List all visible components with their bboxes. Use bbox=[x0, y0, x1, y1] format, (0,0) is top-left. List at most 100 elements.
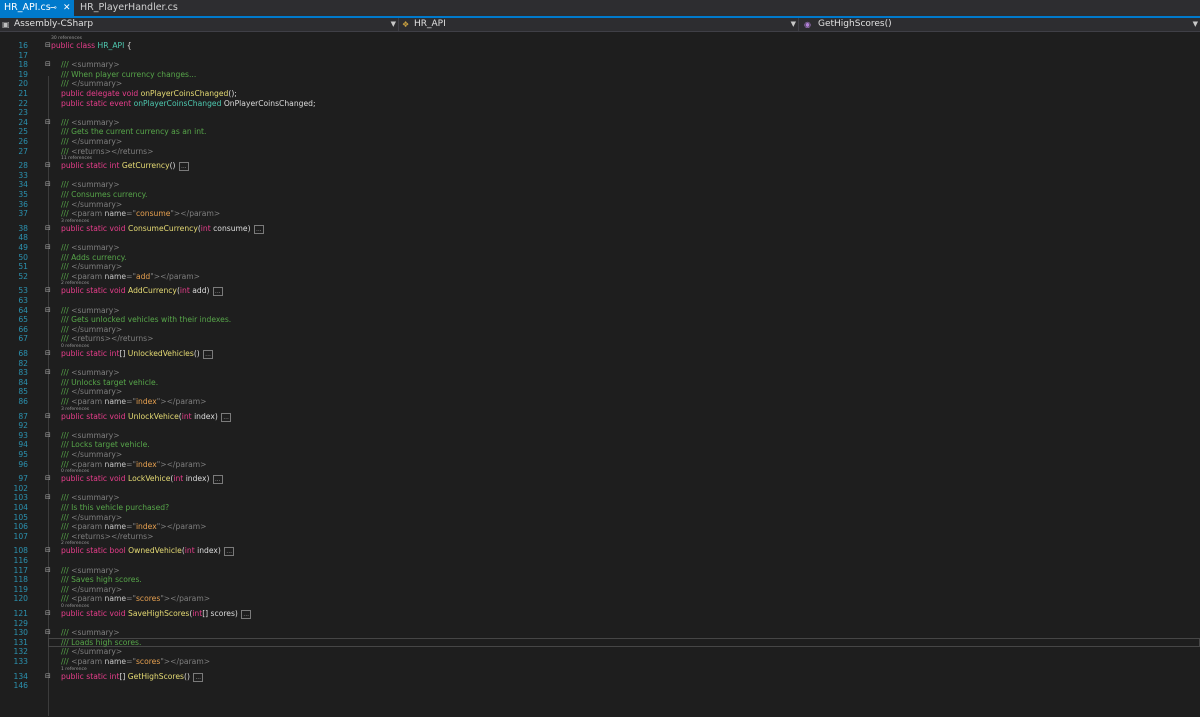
code-token: <summary> bbox=[71, 430, 120, 440]
code-token: /// Locks target vehicle. bbox=[61, 440, 150, 450]
code-token: /// Loads high scores. bbox=[61, 637, 142, 647]
code-token: <summary> bbox=[71, 628, 120, 638]
code-line: 51 /// </summary> bbox=[0, 262, 1200, 272]
code-text: /// </summary> bbox=[61, 387, 122, 397]
line-number: 104 bbox=[13, 503, 29, 512]
code-line: 108 ⊟ public static bool OwnedVehicle(int … bbox=[0, 546, 1200, 557]
fold-toggle-icon[interactable]: ⊟ bbox=[45, 474, 51, 484]
code-token: /// bbox=[61, 368, 72, 378]
code-token: "></param> bbox=[160, 594, 211, 604]
fold-toggle-icon[interactable]: ⊟ bbox=[45, 286, 51, 296]
code-token: <param bbox=[71, 459, 105, 469]
tab-bar: HR_API.cs ⊸ ✕ HR_PlayerHandler.cs bbox=[0, 0, 1200, 18]
code-text: /// When player currency changes... bbox=[61, 70, 196, 80]
fold-toggle-icon[interactable]: ⊟ bbox=[45, 224, 51, 234]
code-line: 48 bbox=[0, 233, 1200, 243]
code-token: <summary> bbox=[71, 117, 120, 127]
code-line: 67 /// <returns></returns> bbox=[0, 334, 1200, 344]
fold-toggle-icon[interactable]: ⊟ bbox=[45, 609, 51, 619]
code-text: /// <param name="index"></param> bbox=[61, 522, 207, 532]
code-token: public static int bbox=[61, 161, 122, 171]
code-token: <param bbox=[71, 397, 105, 406]
member-dropdown[interactable]: ◉ GetHighScores() ▼ bbox=[800, 18, 1200, 31]
code-token: /// bbox=[61, 584, 72, 594]
code-token: public static bool bbox=[61, 546, 129, 556]
fold-toggle-icon[interactable]: ⊟ bbox=[45, 566, 51, 576]
fold-toggle-icon[interactable]: ⊟ bbox=[45, 431, 51, 441]
fold-toggle-icon[interactable]: ⊟ bbox=[45, 161, 51, 171]
code-line: 66 /// </summary> bbox=[0, 325, 1200, 335]
code-text: /// Is this vehicle purchased? bbox=[61, 503, 169, 513]
code-text: /// </summary> bbox=[61, 137, 122, 147]
fold-toggle-icon[interactable]: ⊟ bbox=[45, 493, 51, 503]
line-number: 66 bbox=[18, 324, 28, 334]
type-dropdown[interactable]: ❖ HR_API ▼ bbox=[400, 18, 799, 31]
code-token: name bbox=[104, 397, 127, 406]
code-token: </summary> bbox=[71, 262, 123, 272]
code-token: name bbox=[104, 657, 127, 666]
code-token: int bbox=[192, 609, 203, 618]
code-token: /// bbox=[61, 199, 72, 209]
code-line: 53 ⊟ public static void AddCurrency(int ad… bbox=[0, 286, 1200, 297]
member-name: GetHighScores() bbox=[818, 19, 892, 29]
line-number: 96 bbox=[18, 459, 28, 469]
code-text: /// <summary> bbox=[61, 493, 120, 503]
fold-toggle-icon[interactable]: ⊟ bbox=[45, 243, 51, 253]
close-icon[interactable]: ✕ bbox=[63, 0, 71, 16]
code-line: 130 ⊟ /// <summary> bbox=[0, 628, 1200, 638]
code-token: index bbox=[135, 459, 157, 469]
line-number: 18 bbox=[18, 60, 28, 70]
fold-toggle-icon[interactable]: ⊟ bbox=[45, 628, 51, 638]
line-number: 102 bbox=[13, 483, 29, 493]
code-text: /// <summary> bbox=[61, 60, 120, 70]
code-text: /// </summary> bbox=[61, 200, 122, 210]
code-token: </summary> bbox=[71, 512, 123, 522]
code-token: public static event bbox=[61, 98, 134, 108]
line-number: 130 bbox=[13, 628, 29, 638]
code-text: /// Locks target vehicle. bbox=[61, 440, 150, 450]
line-number: 51 bbox=[18, 262, 28, 272]
code-token: <param bbox=[71, 657, 105, 666]
code-text: /// <summary> bbox=[61, 628, 120, 638]
code-line: 83 ⊟ /// <summary> bbox=[0, 368, 1200, 378]
fold-toggle-icon[interactable]: ⊟ bbox=[45, 60, 51, 70]
code-token: "></param> bbox=[150, 271, 201, 281]
pin-icon[interactable]: ⊸ bbox=[50, 0, 57, 16]
line-number: 16 bbox=[18, 41, 28, 50]
fold-toggle-icon[interactable]: ⊟ bbox=[45, 118, 51, 128]
tab-hr-playerhandler[interactable]: HR_PlayerHandler.cs bbox=[74, 0, 184, 16]
code-text: /// <returns></returns> bbox=[61, 532, 153, 542]
fold-toggle-icon[interactable]: ⊟ bbox=[45, 546, 51, 556]
code-token: SaveHighScores bbox=[128, 609, 190, 618]
code-token: <summary> bbox=[71, 565, 120, 575]
fold-toggle-icon[interactable]: ⊟ bbox=[45, 368, 51, 378]
code-line: 95 /// </summary> bbox=[0, 450, 1200, 460]
type-name: HR_API bbox=[414, 19, 446, 29]
line-number: 87 bbox=[18, 411, 28, 421]
code-token: name bbox=[104, 594, 127, 604]
fold-toggle-icon[interactable]: ⊟ bbox=[45, 41, 51, 51]
line-number: 67 bbox=[18, 334, 28, 344]
code-editor[interactable]: 30 references 16 ⊟ public class HR_API {17 1… bbox=[0, 32, 1200, 717]
fold-toggle-icon[interactable]: ⊟ bbox=[45, 180, 51, 190]
tab-hr-api[interactable]: HR_API.cs ⊸ ✕ bbox=[0, 0, 74, 16]
line-number: 17 bbox=[18, 50, 28, 60]
line-number: 36 bbox=[18, 199, 28, 209]
code-token: index bbox=[135, 397, 157, 406]
code-token: int bbox=[173, 474, 186, 484]
fold-toggle-icon[interactable]: ⊟ bbox=[45, 349, 51, 359]
fold-toggle-icon[interactable]: ⊟ bbox=[45, 672, 51, 682]
code-text: /// <param name="scores"></param> bbox=[61, 657, 210, 667]
code-line: 18 ⊟ /// <summary> bbox=[0, 60, 1200, 70]
project-dropdown[interactable]: ▣ Assembly-CSharp ▼ bbox=[0, 18, 399, 31]
code-token: /// Is this vehicle purchased? bbox=[61, 503, 170, 512]
code-token: int bbox=[181, 411, 195, 421]
fold-toggle-icon[interactable]: ⊟ bbox=[45, 412, 51, 422]
code-token: /// bbox=[61, 117, 72, 127]
code-token: /// bbox=[61, 305, 72, 315]
line-number: 64 bbox=[18, 305, 28, 315]
fold-toggle-icon[interactable]: ⊟ bbox=[45, 306, 51, 316]
code-token: <summary> bbox=[71, 180, 120, 190]
code-token: OwnedVehicle bbox=[128, 546, 182, 556]
method-icon: ◉ bbox=[804, 20, 811, 29]
